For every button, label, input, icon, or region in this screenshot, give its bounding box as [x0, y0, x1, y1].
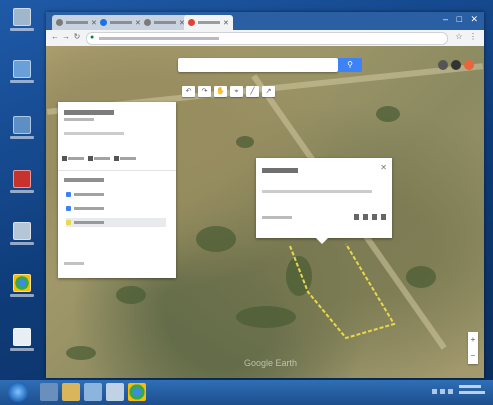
network-icon[interactable] [432, 389, 437, 394]
desktop-icon-computer[interactable] [9, 60, 35, 90]
layer-item-selected[interactable] [66, 218, 166, 227]
layer-item[interactable] [66, 206, 104, 211]
share-button[interactable] [88, 156, 110, 161]
map-title[interactable] [64, 110, 114, 115]
forward-button[interactable]: → [61, 32, 71, 42]
desktop-icon-file[interactable] [9, 328, 35, 358]
system-tray [432, 389, 453, 394]
preview-button[interactable] [114, 156, 136, 161]
desktop-icon-app-red[interactable] [9, 170, 35, 200]
avatar[interactable] [464, 60, 474, 70]
browser-toolbar: ← → ↻ ● ☆ ⋮ [46, 30, 484, 47]
volume-icon[interactable] [440, 389, 445, 394]
url-text [99, 37, 219, 40]
taskbar-ie-icon[interactable] [40, 383, 58, 401]
feature-info-popup: ✕ [256, 158, 392, 244]
tab-4-active[interactable]: ✕ [184, 15, 233, 30]
tab-2[interactable]: ✕ [96, 15, 145, 30]
line-tool[interactable]: ╱ [246, 86, 259, 97]
delete-icon[interactable] [381, 214, 386, 220]
close-icon[interactable]: ✕ [380, 163, 387, 172]
desktop-icon-chrome[interactable] [9, 274, 35, 304]
back-button[interactable]: ← [50, 32, 60, 42]
tab-3[interactable]: ✕ [140, 15, 189, 30]
reload-button[interactable]: ↻ [72, 32, 82, 42]
taskbar [0, 380, 493, 405]
popup-measurement [262, 216, 292, 219]
zoom-in-button[interactable]: + [468, 332, 478, 348]
hand-tool[interactable]: ✋ [214, 86, 227, 97]
close-tab-icon[interactable]: ✕ [223, 19, 229, 27]
favicon-icon [188, 19, 195, 26]
map-description[interactable] [64, 132, 124, 135]
map-search-input[interactable] [178, 58, 338, 72]
flag-icon[interactable] [448, 389, 453, 394]
marker-tool[interactable]: ⌖ [230, 86, 243, 97]
divider [58, 170, 176, 171]
taskbar-chrome-icon[interactable] [128, 383, 146, 401]
lock-icon: ● [90, 34, 95, 41]
search-button[interactable]: ⚲ [338, 58, 362, 72]
tab-1[interactable]: ✕ [52, 15, 101, 30]
directions-tool[interactable]: ↗ [262, 86, 275, 97]
edit-icon[interactable] [363, 214, 368, 220]
address-bar[interactable]: ● [86, 32, 448, 45]
star-icon[interactable]: ☆ [454, 32, 464, 42]
popup-description [262, 190, 372, 193]
map-watermark: Google Earth [244, 358, 298, 368]
desktop-icon-documents[interactable] [9, 222, 35, 252]
desktop-icon-network[interactable] [9, 116, 35, 146]
map-tools: ↶ ↷ ✋ ⌖ ╱ ↗ [182, 86, 275, 97]
photo-icon[interactable] [372, 214, 377, 220]
base-map-toggle[interactable] [64, 262, 84, 265]
panel-actions [62, 156, 136, 161]
favicon-icon [56, 19, 63, 26]
favicon-icon [100, 19, 107, 26]
desktop-icon-recycle-bin[interactable] [9, 8, 35, 38]
tab-bar: ✕ ✕ ✕ ✕ – □ ✕ [46, 12, 484, 30]
add-layer-button[interactable] [62, 156, 84, 161]
maximize-button[interactable]: □ [457, 14, 462, 24]
browser-window: ✕ ✕ ✕ ✕ – □ ✕ ← → ↻ ● ☆ ⋮ ⚲ ↶ ↷ ✋ ⌖ ╱ ↗ … [46, 12, 484, 378]
layer-item[interactable] [66, 192, 104, 197]
close-window-button[interactable]: ✕ [470, 14, 478, 25]
taskbar-clock[interactable] [459, 385, 485, 394]
undo-tool[interactable]: ↶ [182, 86, 195, 97]
zoom-control: + − [468, 332, 478, 364]
style-icon[interactable] [354, 214, 359, 220]
account-area [438, 60, 474, 70]
satellite-map[interactable]: ⚲ ↶ ↷ ✋ ⌖ ╱ ↗ ✕ Google Earth + − [46, 46, 484, 378]
map-subtitle [64, 118, 94, 121]
layer-header[interactable] [64, 178, 104, 182]
map-legend-panel [58, 102, 176, 278]
taskbar-folder-icon[interactable] [62, 383, 80, 401]
taskbar-media-icon[interactable] [84, 383, 102, 401]
taskbar-app-icon[interactable] [106, 383, 124, 401]
search-icon: ⚲ [347, 60, 353, 69]
favicon-icon [144, 19, 151, 26]
popup-title [262, 168, 298, 173]
redo-tool[interactable]: ↷ [198, 86, 211, 97]
popup-actions [354, 214, 386, 220]
start-button[interactable] [8, 382, 28, 402]
notifications-icon[interactable] [451, 60, 461, 70]
apps-icon[interactable] [438, 60, 448, 70]
zoom-out-button[interactable]: − [468, 348, 478, 364]
menu-icon[interactable]: ⋮ [468, 32, 478, 42]
minimize-button[interactable]: – [443, 14, 448, 24]
